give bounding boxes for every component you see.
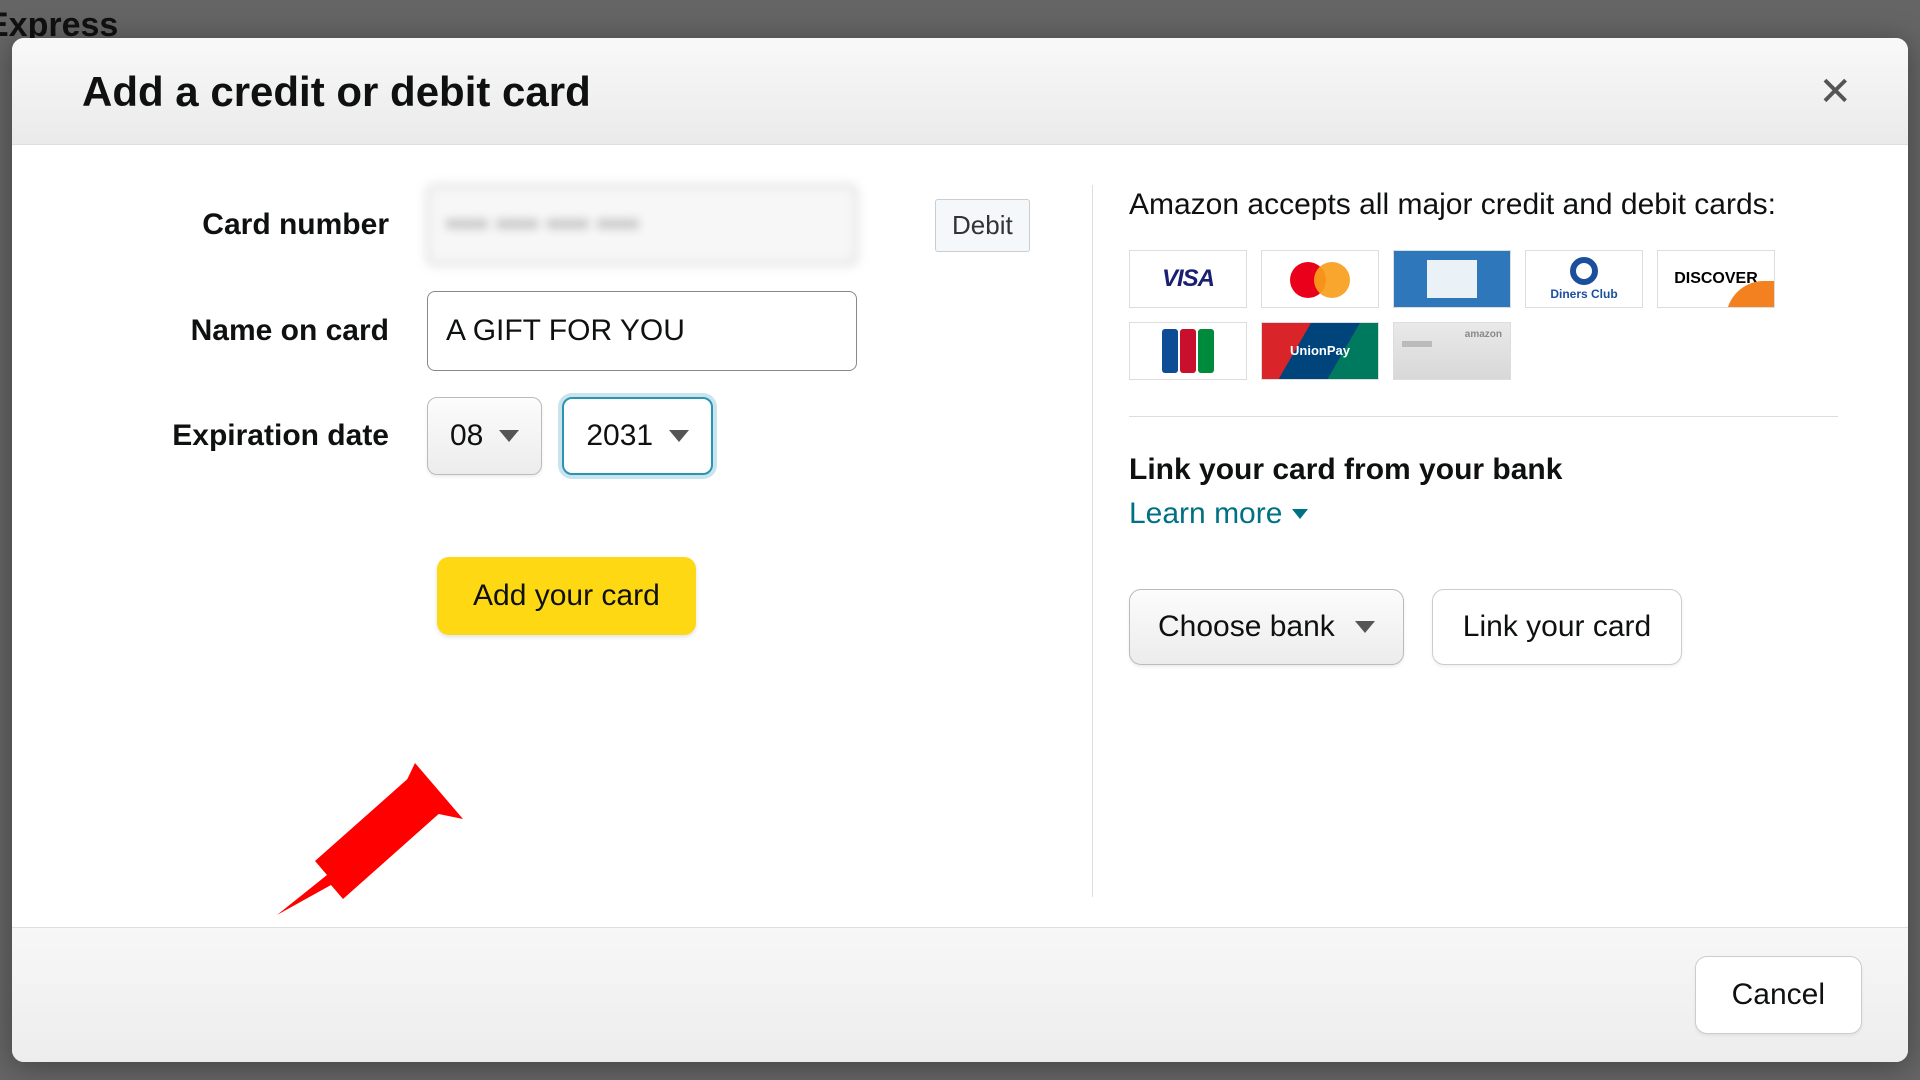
jcb-logo bbox=[1129, 322, 1247, 380]
discover-logo: DISCOVER bbox=[1657, 250, 1775, 308]
expiration-row: Expiration date 08 2031 bbox=[52, 397, 1052, 475]
link-your-card-button[interactable]: Link your card bbox=[1432, 589, 1682, 665]
card-brand-logos: VISA Diners Club DISCOVER UnionPay amazo… bbox=[1129, 250, 1838, 417]
amex-logo bbox=[1393, 250, 1511, 308]
card-number-label: Card number bbox=[52, 208, 427, 242]
name-on-card-input[interactable] bbox=[427, 291, 857, 371]
choose-bank-label: Choose bank bbox=[1158, 610, 1335, 644]
name-on-card-label: Name on card bbox=[52, 314, 427, 348]
chevron-down-icon bbox=[1292, 509, 1308, 519]
expiration-year-value: 2031 bbox=[586, 419, 653, 453]
expiration-label: Expiration date bbox=[52, 419, 427, 453]
name-on-card-row: Name on card bbox=[52, 291, 1052, 371]
unionpay-logo: UnionPay bbox=[1261, 322, 1379, 380]
card-type-badge: Debit bbox=[935, 199, 1030, 252]
annotation-arrow-icon bbox=[267, 755, 467, 925]
info-panel: Amazon accepts all major credit and debi… bbox=[1092, 185, 1908, 897]
bank-actions: Choose bank Link your card bbox=[1129, 589, 1838, 665]
expiration-selects: 08 2031 bbox=[427, 397, 713, 475]
chevron-down-icon bbox=[669, 430, 689, 442]
expiration-month-select[interactable]: 08 bbox=[427, 397, 542, 475]
modal-header: Add a credit or debit card ✕ bbox=[12, 38, 1908, 145]
learn-more-text: Learn more bbox=[1129, 497, 1282, 531]
expiration-year-select[interactable]: 2031 bbox=[562, 397, 713, 475]
visa-logo: VISA bbox=[1129, 250, 1247, 308]
add-your-card-button[interactable]: Add your card bbox=[437, 557, 696, 635]
cancel-button[interactable]: Cancel bbox=[1695, 956, 1862, 1034]
link-bank-heading: Link your card from your bank bbox=[1129, 453, 1838, 487]
mastercard-logo bbox=[1261, 250, 1379, 308]
modal-footer: Cancel bbox=[12, 927, 1908, 1062]
modal-title: Add a credit or debit card bbox=[82, 68, 591, 116]
store-card-logo: amazon bbox=[1393, 322, 1511, 380]
close-button[interactable]: ✕ bbox=[1818, 72, 1852, 112]
close-icon: ✕ bbox=[1818, 70, 1852, 114]
card-number-row: Card number Debit bbox=[52, 185, 1052, 265]
chevron-down-icon bbox=[1355, 621, 1375, 633]
card-number-input[interactable] bbox=[427, 185, 857, 265]
learn-more-link[interactable]: Learn more bbox=[1129, 497, 1308, 531]
card-form: Card number Debit Name on card Expiratio… bbox=[12, 185, 1092, 897]
diners-club-logo: Diners Club bbox=[1525, 250, 1643, 308]
choose-bank-select[interactable]: Choose bank bbox=[1129, 589, 1404, 665]
add-card-modal: Add a credit or debit card ✕ Card number… bbox=[12, 38, 1908, 1062]
expiration-month-value: 08 bbox=[450, 419, 483, 453]
modal-body: Card number Debit Name on card Expiratio… bbox=[12, 145, 1908, 927]
accepted-cards-text: Amazon accepts all major credit and debi… bbox=[1129, 185, 1838, 226]
chevron-down-icon bbox=[499, 430, 519, 442]
